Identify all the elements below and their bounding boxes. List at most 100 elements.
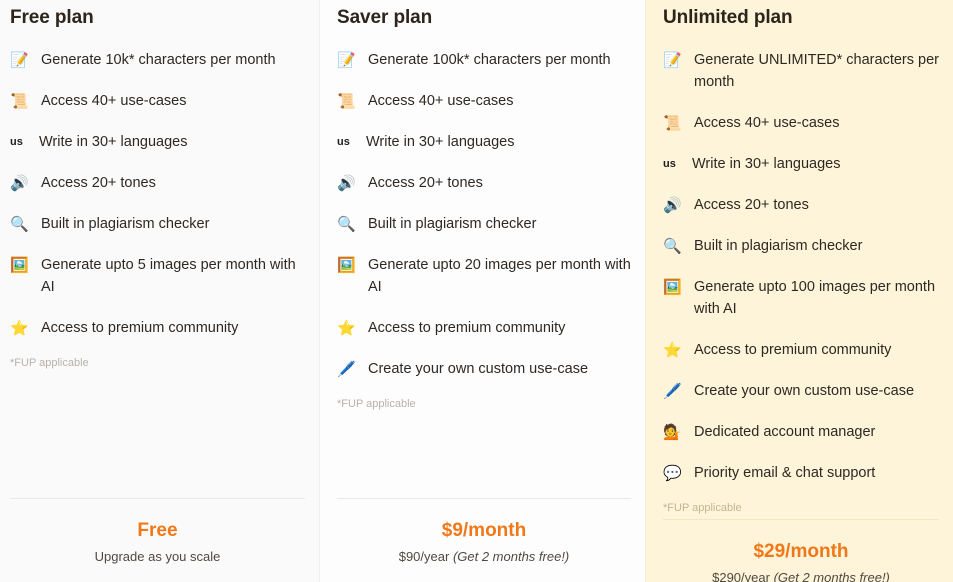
feature-item: 🖼️ Generate upto 100 images per month wit…: [663, 276, 939, 320]
feature-label: Access 20+ tones: [41, 175, 156, 191]
price-footer-free: Free Upgrade as you scale: [10, 498, 305, 582]
pen-icon: 🖊️: [337, 360, 356, 378]
fup-note-unlimited: *FUP applicable: [663, 502, 742, 514]
plan-title-saver: Saver plan: [337, 7, 433, 28]
pricing-plan-grid: Free plan 📝 Generate 10k* characters per …: [0, 0, 953, 582]
feature-item: us Write in 30+ languages: [663, 153, 939, 175]
price-footer-unlimited: $29/month $290/year (Get 2 months free!): [663, 519, 939, 582]
feature-label: Write in 30+ languages: [692, 156, 841, 172]
feature-list-unlimited: 📝 Generate UNLIMITED* characters per mont…: [663, 30, 939, 484]
scroll-icon: 📜: [337, 92, 356, 110]
feature-label: Generate upto 20 images per month with A…: [368, 257, 631, 295]
feature-label: Create your own custom use-case: [694, 383, 915, 399]
feature-label: Write in 30+ languages: [39, 134, 188, 150]
person-icon: 💁: [663, 423, 682, 441]
feature-label: Generate 100k* characters per month: [368, 52, 611, 68]
speaker-icon: 🔊: [337, 174, 356, 192]
feature-item: 🔍 Built in plagiarism checker: [663, 235, 939, 257]
feature-label: Access 40+ use-cases: [41, 93, 187, 109]
feature-label: Priority email & chat support: [694, 465, 876, 481]
price-sub-unlimited: $290/year (Get 2 months free!): [663, 569, 939, 582]
feature-item: 📜 Access 40+ use-cases: [663, 112, 939, 134]
feature-item: 🔊 Access 20+ tones: [10, 172, 305, 194]
price-sub-free: Upgrade as you scale: [10, 548, 305, 566]
feature-item: 🔊 Access 20+ tones: [663, 194, 939, 216]
flex-spacer: [337, 411, 631, 498]
feature-label: Generate UNLIMITED* characters per month: [694, 52, 939, 90]
feature-label: Write in 30+ languages: [366, 134, 515, 150]
feature-label: Access 20+ tones: [368, 175, 483, 191]
feature-item: 📜 Access 40+ use-cases: [10, 90, 305, 112]
price-footer-saver: $9/month $90/year (Get 2 months free!): [337, 498, 631, 582]
price-promo-saver: (Get 2 months free!): [452, 549, 570, 564]
feature-item: 💬 Priority email & chat support: [663, 462, 939, 484]
speaker-icon: 🔊: [10, 174, 29, 192]
feature-item: 🖊️ Create your own custom use-case: [663, 380, 939, 402]
fup-note-free: *FUP applicable: [10, 357, 89, 369]
memo-icon: 📝: [10, 51, 29, 69]
feature-label: Access to premium community: [41, 320, 239, 336]
plan-card-unlimited[interactable]: Unlimited plan 📝 Generate UNLIMITED* char…: [645, 0, 953, 582]
price-promo-unlimited: (Get 2 months free!): [773, 570, 890, 582]
framed-picture-icon: 🖼️: [663, 278, 682, 296]
magnifier-icon: 🔍: [663, 237, 682, 255]
price-sub-saver: $90/year (Get 2 months free!): [337, 548, 631, 566]
star-icon: ⭐: [663, 341, 682, 359]
feature-item: ⭐ Access to premium community: [10, 317, 305, 339]
magnifier-icon: 🔍: [10, 215, 29, 233]
feature-item: 📝 Generate UNLIMITED* characters per mont…: [663, 49, 939, 93]
scroll-icon: 📜: [663, 114, 682, 132]
feature-label: Built in plagiarism checker: [368, 216, 537, 232]
price-main-unlimited: $29/month: [753, 541, 849, 562]
star-icon: ⭐: [10, 319, 29, 337]
memo-icon: 📝: [663, 51, 682, 69]
plan-title-unlimited: Unlimited plan: [663, 7, 793, 28]
price-main-saver: $9/month: [441, 520, 527, 541]
pen-icon: 🖊️: [663, 382, 682, 400]
feature-label: Dedicated account manager: [694, 424, 876, 440]
feature-item: 💁 Dedicated account manager: [663, 421, 939, 443]
flex-spacer: [10, 370, 305, 498]
feature-label: Built in plagiarism checker: [694, 238, 863, 254]
feature-label: Generate 10k* characters per month: [41, 52, 276, 68]
price-main-free: Free: [137, 520, 178, 541]
us-flag-icon: us: [337, 136, 350, 148]
feature-item: 🖼️ Generate upto 20 images per month with…: [337, 254, 631, 298]
feature-item: 🖼️ Generate upto 5 images per month with …: [10, 254, 305, 298]
plan-card-saver[interactable]: Saver plan 📝 Generate 100k* characters pe…: [319, 0, 645, 582]
feature-item: 🔊 Access 20+ tones: [337, 172, 631, 194]
feature-label: Create your own custom use-case: [368, 361, 589, 377]
plan-card-free[interactable]: Free plan 📝 Generate 10k* characters per …: [0, 0, 319, 582]
feature-item: 📝 Generate 100k* characters per month: [337, 49, 631, 71]
feature-label: Access to premium community: [694, 342, 892, 358]
us-flag-icon: us: [663, 158, 676, 170]
scroll-icon: 📜: [10, 92, 29, 110]
feature-label: Built in plagiarism checker: [41, 216, 210, 232]
fup-note-saver: *FUP applicable: [337, 398, 416, 410]
speech-balloon-icon: 💬: [663, 464, 682, 482]
feature-item: 📜 Access 40+ use-cases: [337, 90, 631, 112]
feature-label: Generate upto 5 images per month with AI: [41, 257, 296, 295]
feature-item: ⭐ Access to premium community: [663, 339, 939, 361]
us-flag-icon: us: [10, 136, 23, 148]
feature-item: us Write in 30+ languages: [10, 131, 305, 153]
price-sub-amount-saver: $90/year: [398, 549, 450, 564]
feature-list-free: 📝 Generate 10k* characters per month 📜 Acce…: [10, 30, 305, 339]
feature-item: 🔍 Built in plagiarism checker: [10, 213, 305, 235]
plan-title-free: Free plan: [10, 7, 94, 28]
framed-picture-icon: 🖼️: [337, 256, 356, 274]
feature-item: us Write in 30+ languages: [337, 131, 631, 153]
feature-list-saver: 📝 Generate 100k* characters per month 📜 Acc…: [337, 30, 631, 380]
feature-item: 🖊️ Create your own custom use-case: [337, 358, 631, 380]
feature-item: ⭐ Access to premium community: [337, 317, 631, 339]
price-sub-amount-free: Upgrade as you scale: [94, 549, 221, 564]
framed-picture-icon: 🖼️: [10, 256, 29, 274]
magnifier-icon: 🔍: [337, 215, 356, 233]
feature-item: 📝 Generate 10k* characters per month: [10, 49, 305, 71]
memo-icon: 📝: [337, 51, 356, 69]
speaker-icon: 🔊: [663, 196, 682, 214]
star-icon: ⭐: [337, 319, 356, 337]
feature-label: Access 40+ use-cases: [694, 115, 840, 131]
feature-label: Generate upto 100 images per month with …: [694, 279, 936, 317]
price-sub-amount-unlimited: $290/year: [712, 570, 770, 582]
